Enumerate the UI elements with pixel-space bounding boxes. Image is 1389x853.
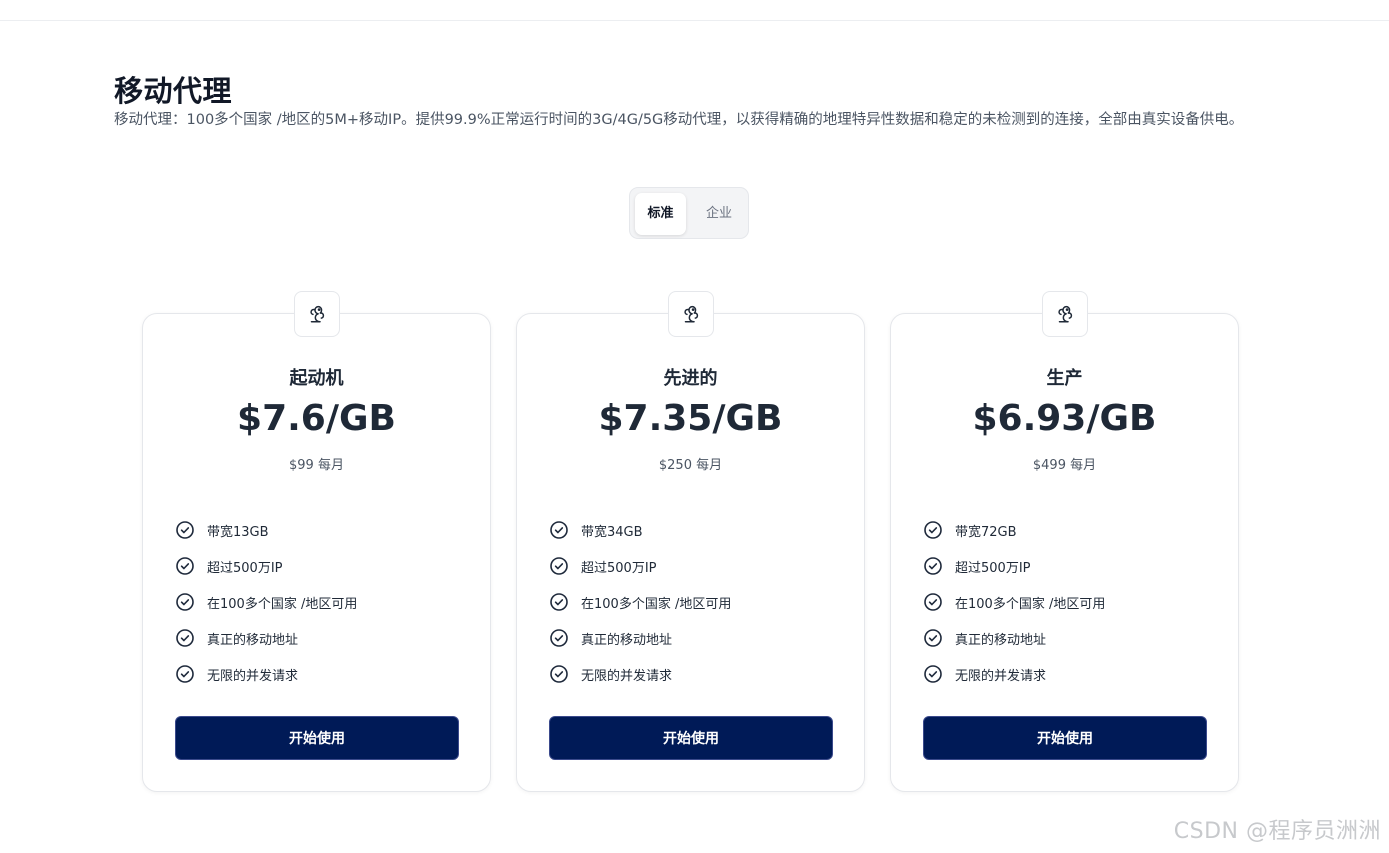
feature-item: 无限的并发请求 <box>175 656 357 692</box>
get-started-button[interactable]: 开始使用 <box>549 716 833 760</box>
top-divider <box>0 20 1389 21</box>
squirrel-icon <box>668 291 714 337</box>
plan-name: 生产 <box>1046 368 1083 389</box>
plan-price: $7.35/GB <box>598 398 783 439</box>
feature-item: 真正的移动地址 <box>549 620 731 656</box>
pricing-card-production: 生产 $6.93/GB $499 每月 带宽72GB 超过500万IP 在100… <box>890 291 1239 792</box>
feature-item: 超过500万IP <box>923 548 1105 584</box>
feature-item: 在100多个国家 /地区可用 <box>923 584 1105 620</box>
feature-text: 真正的移动地址 <box>581 632 673 648</box>
check-circle-icon <box>924 557 942 575</box>
feature-item: 超过500万IP <box>175 548 357 584</box>
check-circle-icon <box>924 521 942 539</box>
feature-text: 超过500万IP <box>581 560 657 576</box>
check-circle-icon <box>550 593 568 611</box>
feature-item: 在100多个国家 /地区可用 <box>549 584 731 620</box>
feature-text: 无限的并发请求 <box>207 668 299 684</box>
get-started-button[interactable]: 开始使用 <box>923 716 1207 760</box>
feature-text: 在100多个国家 /地区可用 <box>207 596 358 612</box>
page-title: 移动代理 <box>114 74 233 108</box>
feature-item: 在100多个国家 /地区可用 <box>175 584 357 620</box>
page-description: 移动代理：100多个国家 /地区的5M+移动IP。提供99.9%正常运行时间的3… <box>114 112 1244 128</box>
get-started-button[interactable]: 开始使用 <box>175 716 459 760</box>
feature-text: 无限的并发请求 <box>955 668 1047 684</box>
feature-text: 超过500万IP <box>207 560 283 576</box>
feature-text: 带宽72GB <box>955 524 1017 540</box>
feature-text: 在100多个国家 /地区可用 <box>955 596 1106 612</box>
feature-text: 真正的移动地址 <box>955 632 1047 648</box>
pricing-card-starter: 起动机 $7.6/GB $99 每月 带宽13GB 超过500万IP 在100多… <box>142 291 491 792</box>
plan-price: $6.93/GB <box>972 398 1157 439</box>
feature-text: 带宽13GB <box>207 524 269 540</box>
feature-list: 带宽13GB 超过500万IP 在100多个国家 /地区可用 真正的移动地址 无… <box>175 512 357 692</box>
feature-text: 超过500万IP <box>955 560 1031 576</box>
check-circle-icon <box>550 665 568 683</box>
plan-type-toggle: 标准 企业 <box>629 187 749 239</box>
plan-price: $7.6/GB <box>237 398 396 439</box>
feature-item: 真正的移动地址 <box>923 620 1105 656</box>
feature-list: 带宽72GB 超过500万IP 在100多个国家 /地区可用 真正的移动地址 无… <box>923 512 1105 692</box>
tab-standard[interactable]: 标准 <box>635 193 686 235</box>
plan-monthly-price: $499 每月 <box>1032 458 1097 473</box>
check-circle-icon <box>550 557 568 575</box>
plan-name: 起动机 <box>289 368 344 389</box>
feature-item: 无限的并发请求 <box>549 656 731 692</box>
check-circle-icon <box>550 521 568 539</box>
check-circle-icon <box>924 593 942 611</box>
feature-item: 无限的并发请求 <box>923 656 1105 692</box>
feature-item: 真正的移动地址 <box>175 620 357 656</box>
feature-text: 无限的并发请求 <box>581 668 673 684</box>
plan-monthly-price: $99 每月 <box>289 458 344 473</box>
check-circle-icon <box>550 629 568 647</box>
feature-text: 带宽34GB <box>581 524 643 540</box>
squirrel-icon <box>1042 291 1088 337</box>
check-circle-icon <box>176 629 194 647</box>
check-circle-icon <box>176 665 194 683</box>
squirrel-icon <box>294 291 340 337</box>
plan-name: 先进的 <box>663 368 718 389</box>
check-circle-icon <box>924 629 942 647</box>
feature-item: 带宽34GB <box>549 512 731 548</box>
pricing-card-advanced: 先进的 $7.35/GB $250 每月 带宽34GB 超过500万IP 在10… <box>516 291 865 792</box>
plan-monthly-price: $250 每月 <box>658 458 723 473</box>
tab-enterprise[interactable]: 企业 <box>694 193 744 235</box>
check-circle-icon <box>176 593 194 611</box>
feature-item: 带宽13GB <box>175 512 357 548</box>
feature-list: 带宽34GB 超过500万IP 在100多个国家 /地区可用 真正的移动地址 无… <box>549 512 731 692</box>
check-circle-icon <box>924 665 942 683</box>
feature-text: 在100多个国家 /地区可用 <box>581 596 732 612</box>
check-circle-icon <box>176 521 194 539</box>
feature-item: 带宽72GB <box>923 512 1105 548</box>
feature-text: 真正的移动地址 <box>207 632 299 648</box>
check-circle-icon <box>176 557 194 575</box>
feature-item: 超过500万IP <box>549 548 731 584</box>
watermark: CSDN @程序员洲洲 <box>1173 819 1381 844</box>
